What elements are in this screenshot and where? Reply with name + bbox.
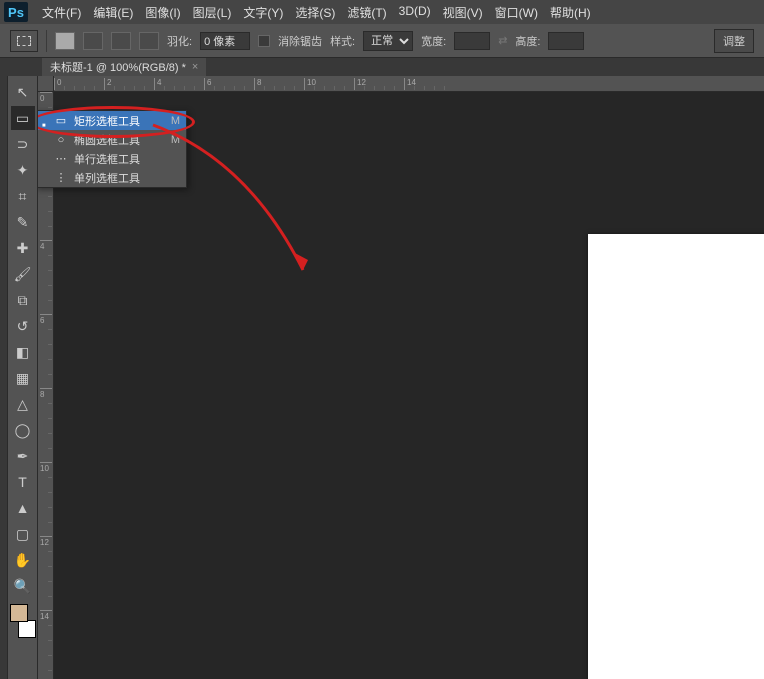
marquee-tool[interactable]: ▭ xyxy=(11,106,35,130)
selection-subtract-button[interactable] xyxy=(111,32,131,50)
flyout-item[interactable]: ▭ 矩形选框工具 M xyxy=(38,111,186,130)
flyout-item-shortcut: M xyxy=(171,115,180,127)
menu-item[interactable]: 文字(Y) xyxy=(237,2,289,23)
menu-item[interactable]: 编辑(E) xyxy=(87,2,139,23)
swap-icon[interactable]: ⇄ xyxy=(498,34,507,47)
lasso-tool[interactable]: ⊃ xyxy=(11,132,35,156)
gradient-tool[interactable]: ▦ xyxy=(11,366,35,390)
selection-add-button[interactable] xyxy=(83,32,103,50)
flyout-item[interactable]: ○ 椭圆选框工具 M xyxy=(38,130,186,149)
healing-tool[interactable]: ✚ xyxy=(11,236,35,260)
flyout-active-dot xyxy=(42,156,48,162)
height-input[interactable] xyxy=(548,32,584,50)
menu-item[interactable]: 帮助(H) xyxy=(544,2,597,23)
left-gutter xyxy=(0,76,8,679)
menu-item[interactable]: 图像(I) xyxy=(139,2,186,23)
dodge-tool[interactable]: ◯ xyxy=(11,418,35,442)
ruler-horizontal: 02468101214 xyxy=(54,76,764,92)
hand-tool[interactable]: ✋ xyxy=(11,548,35,572)
brush-tool[interactable]: 🖌 xyxy=(11,262,35,286)
width-label: 宽度: xyxy=(421,33,446,49)
ps-logo-icon: Ps xyxy=(4,2,28,22)
ruler-corner xyxy=(38,76,54,92)
magic-wand-tool[interactable]: ✦ xyxy=(11,158,35,182)
shape-tool[interactable]: ▢ xyxy=(11,522,35,546)
path-select-tool[interactable]: ▲ xyxy=(11,496,35,520)
flyout-item[interactable]: ⋮ 单列选框工具 xyxy=(38,168,186,187)
menu-item[interactable]: 视图(V) xyxy=(437,2,489,23)
menu-item[interactable]: 文件(F) xyxy=(36,2,87,23)
foreground-swatch[interactable] xyxy=(10,604,28,622)
menu-item[interactable]: 图层(L) xyxy=(187,2,238,23)
workspace: ↖▭⊃✦⌗✎✚🖌⧉↺◧▦△◯✒T▲▢✋🔍 02468101214 0246810… xyxy=(0,76,764,679)
close-icon[interactable]: × xyxy=(192,61,198,73)
history-brush-tool[interactable]: ↺ xyxy=(11,314,35,338)
flyout-active-dot xyxy=(42,175,48,181)
move-tool[interactable]: ↖ xyxy=(11,80,35,104)
document-tab[interactable]: 未标题-1 @ 100%(RGB/8) * × xyxy=(42,58,206,76)
flyout-item-label: 单行选框工具 xyxy=(74,151,174,167)
document-tabbar: 未标题-1 @ 100%(RGB/8) * × xyxy=(0,58,764,76)
flyout-item-icon: ⋯ xyxy=(54,152,68,165)
flyout-item-icon: ▭ xyxy=(54,114,68,127)
canvas-area[interactable]: 02468101214 02468101214 ▭矩形选框工具M○椭圆选框工具M… xyxy=(38,76,764,679)
flyout-item[interactable]: ⋯ 单行选框工具 xyxy=(38,149,186,168)
feather-label: 羽化: xyxy=(167,33,192,49)
marquee-indicator-icon xyxy=(10,30,38,52)
feather-input[interactable] xyxy=(200,32,250,50)
marquee-tool-flyout: ▭ 矩形选框工具 M ○ 椭圆选框工具 M ⋯ 单行选框工具 ⋮ 单列选框工具 xyxy=(38,110,187,188)
toolbar: ↖▭⊃✦⌗✎✚🖌⧉↺◧▦△◯✒T▲▢✋🔍 xyxy=(8,76,38,679)
pen-tool[interactable]: ✒ xyxy=(11,444,35,468)
menu-item[interactable]: 窗口(W) xyxy=(489,2,544,23)
background-swatch[interactable] xyxy=(18,620,36,638)
eyedropper-tool[interactable]: ✎ xyxy=(11,210,35,234)
flyout-item-label: 单列选框工具 xyxy=(74,170,174,186)
width-input[interactable] xyxy=(454,32,490,50)
crop-tool[interactable]: ⌗ xyxy=(11,184,35,208)
antialias-label: 消除锯齿 xyxy=(278,33,322,49)
zoom-tool[interactable]: 🔍 xyxy=(11,574,35,598)
flyout-item-icon: ⋮ xyxy=(54,171,68,184)
menu-item[interactable]: 3D(D) xyxy=(393,2,437,23)
style-label: 样式: xyxy=(330,33,355,49)
blur-tool[interactable]: △ xyxy=(11,392,35,416)
flyout-item-shortcut: M xyxy=(171,134,180,146)
options-bar: 羽化: 消除锯齿 样式: 正常 宽度: ⇄ 高度: 调整 xyxy=(0,24,764,58)
flyout-active-dot xyxy=(42,137,48,143)
canvas-document[interactable] xyxy=(588,234,764,679)
menu-item[interactable]: 选择(S) xyxy=(289,2,341,23)
eraser-tool[interactable]: ◧ xyxy=(11,340,35,364)
selection-new-button[interactable] xyxy=(55,32,75,50)
color-swatches[interactable] xyxy=(10,604,36,638)
menu-item[interactable]: 滤镜(T) xyxy=(341,2,392,23)
selection-intersect-button[interactable] xyxy=(139,32,159,50)
antialias-checkbox[interactable] xyxy=(258,35,270,47)
menubar: Ps 文件(F)编辑(E)图像(I)图层(L)文字(Y)选择(S)滤镜(T)3D… xyxy=(0,0,764,24)
flyout-item-label: 椭圆选框工具 xyxy=(74,132,165,148)
flyout-item-icon: ○ xyxy=(54,134,68,146)
type-tool[interactable]: T xyxy=(11,470,35,494)
style-select[interactable]: 正常 xyxy=(363,31,413,51)
flyout-item-label: 矩形选框工具 xyxy=(74,113,165,129)
flyout-active-dot xyxy=(42,118,48,124)
height-label: 高度: xyxy=(515,33,540,49)
document-tab-title: 未标题-1 @ 100%(RGB/8) * xyxy=(50,59,186,75)
stamp-tool[interactable]: ⧉ xyxy=(11,288,35,312)
adjust-button[interactable]: 调整 xyxy=(714,29,754,53)
